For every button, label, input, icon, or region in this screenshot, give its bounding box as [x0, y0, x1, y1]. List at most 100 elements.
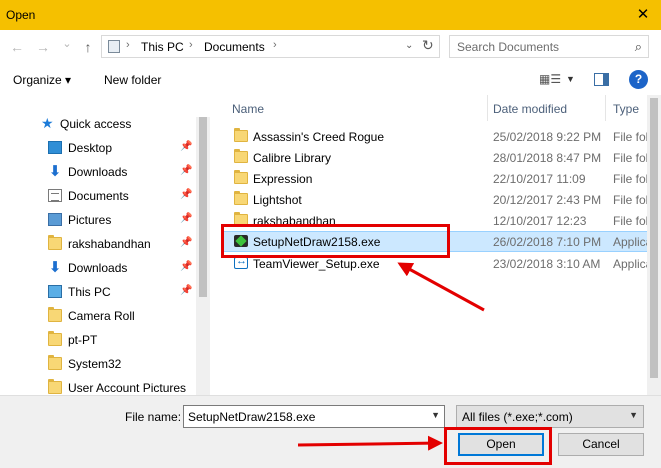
file-type-filter-value[interactable]: All files (*.exe;*.com)	[462, 410, 573, 424]
preview-pane-icon[interactable]	[594, 73, 609, 86]
breadcrumb-this-pc[interactable]: This PC	[141, 40, 184, 54]
recent-locations-chevron-icon[interactable]: ⌄	[58, 35, 76, 53]
file-date: 25/02/2018 9:22 PM	[493, 130, 602, 144]
column-date-modified[interactable]: Date modified	[493, 102, 567, 116]
breadcrumb-documents[interactable]: Documents	[204, 40, 265, 54]
chevron-down-icon[interactable]: ▼	[629, 410, 638, 420]
file-row[interactable]: Lightshot 20/12/2017 2:43 PM File folder	[222, 189, 661, 210]
sidebar-item-rakshabandhan[interactable]: rakshabandhan 📌	[0, 232, 196, 256]
file-row-selected[interactable]: SetupNetDraw2158.exe 26/02/2018 7:10 PM …	[222, 231, 661, 252]
sidebar-item-label: Documents	[68, 189, 129, 203]
column-divider[interactable]	[487, 95, 488, 121]
folder-icon	[48, 235, 62, 250]
file-name: Assassin's Creed Rogue	[253, 130, 385, 144]
file-row[interactable]: TeamViewer_Setup.exe 23/02/2018 3:10 AM …	[222, 253, 661, 274]
sidebar-item-quick-access[interactable]: ★ Quick access	[0, 112, 196, 136]
up-arrow-icon[interactable]: ↑	[79, 38, 97, 56]
help-icon[interactable]: ?	[629, 70, 648, 89]
folder-icon	[234, 149, 248, 163]
file-type-filter[interactable]: All files (*.exe;*.com) ▼	[456, 405, 644, 428]
folder-icon	[48, 307, 62, 322]
breadcrumb-separator[interactable]: ›	[126, 39, 130, 51]
documents-icon	[48, 189, 62, 202]
file-list-scrollbar[interactable]	[647, 95, 661, 395]
chevron-down-icon[interactable]: ▼	[431, 410, 440, 420]
column-divider[interactable]	[605, 95, 606, 121]
breadcrumb-separator[interactable]: ›	[189, 39, 193, 51]
sidebar-item-camera-roll[interactable]: Camera Roll	[0, 304, 196, 328]
new-folder-button[interactable]: New folder	[104, 73, 161, 87]
file-name: SetupNetDraw2158.exe	[253, 235, 381, 249]
file-date: 12/10/2017 12:23	[493, 214, 587, 228]
sidebar-item-downloads-2[interactable]: ⬇ Downloads 📌	[0, 256, 196, 280]
pin-icon: 📌	[180, 237, 193, 248]
folder-icon	[234, 170, 248, 184]
file-row[interactable]: Assassin's Creed Rogue 25/02/2018 9:22 P…	[222, 126, 661, 147]
this-pc-icon	[108, 40, 120, 53]
sidebar-item-desktop[interactable]: Desktop 📌	[0, 136, 196, 160]
close-icon[interactable]: ✕	[631, 3, 655, 27]
folder-icon	[234, 191, 248, 205]
file-name: Lightshot	[253, 193, 302, 207]
address-bar[interactable]: › This PC › Documents › ⌄ ↻	[101, 35, 440, 58]
search-input[interactable]	[450, 36, 628, 57]
forward-arrow-icon[interactable]: →	[34, 38, 52, 56]
column-name[interactable]: Name	[232, 102, 264, 116]
open-button[interactable]: Open	[458, 433, 544, 456]
desktop-icon	[48, 141, 62, 154]
column-type[interactable]: Type	[613, 102, 639, 116]
sidebar-item-user-account-pictures[interactable]: User Account Pictures	[0, 376, 196, 395]
sidebar-item-label: rakshabandhan	[68, 237, 151, 251]
file-name: rakshabandhan	[253, 214, 336, 228]
search-icon[interactable]: ⌕	[635, 39, 642, 55]
netdraw-app-icon	[234, 235, 248, 247]
pictures-icon	[48, 213, 62, 226]
window-title: Open	[6, 8, 36, 22]
sidebar-scrollbar[interactable]	[196, 117, 210, 395]
file-name: Expression	[253, 172, 313, 186]
sidebar-item-label: User Account Pictures	[68, 381, 187, 395]
dialog-footer: File name: SetupNetDraw2158.exe ▼ All fi…	[0, 395, 661, 468]
folder-icon	[48, 379, 62, 394]
breadcrumb-separator[interactable]: ›	[273, 39, 277, 51]
file-row[interactable]: Calibre Library 28/01/2018 8:47 PM File …	[222, 147, 661, 168]
star-icon: ★	[41, 115, 54, 131]
file-row[interactable]: Expression 22/10/2017 11:09 File folder	[222, 168, 661, 189]
sidebar-item-system32[interactable]: System32	[0, 352, 196, 376]
back-arrow-icon[interactable]: ←	[8, 38, 26, 56]
folder-icon	[48, 331, 62, 346]
column-header: ⌃ Name Date modified Type	[210, 95, 661, 121]
sidebar-item-downloads[interactable]: ⬇ Downloads 📌	[0, 160, 196, 184]
file-name-value[interactable]: SetupNetDraw2158.exe	[188, 410, 315, 424]
cancel-button[interactable]: Cancel	[558, 433, 644, 456]
command-bar: Organize ▾ New folder ▦☰ ▼ ?	[0, 64, 661, 95]
sidebar-item-pt-pt[interactable]: pt-PT	[0, 328, 196, 352]
view-options-icon[interactable]: ▦☰	[539, 72, 561, 86]
sidebar-item-label: System32	[68, 357, 122, 371]
sidebar-item-this-pc[interactable]: This PC 📌	[0, 280, 196, 304]
file-list-scrollbar-thumb[interactable]	[650, 98, 658, 378]
sidebar-item-label: Downloads	[68, 165, 128, 179]
sidebar-item-pictures[interactable]: Pictures 📌	[0, 208, 196, 232]
address-dropdown-icon[interactable]: ⌄	[405, 40, 413, 51]
file-row[interactable]: rakshabandhan 12/10/2017 12:23 File fold…	[222, 210, 661, 231]
sidebar-item-label: Camera Roll	[68, 309, 135, 323]
file-name: Calibre Library	[253, 151, 332, 165]
pc-icon	[48, 285, 62, 298]
pin-icon: 📌	[180, 141, 193, 152]
file-list: ⌃ Name Date modified Type Assassin's Cre…	[210, 95, 661, 395]
file-name-field[interactable]: SetupNetDraw2158.exe ▼	[183, 405, 445, 428]
organize-button[interactable]: Organize ▾	[13, 73, 71, 87]
search-box[interactable]: ⌕	[449, 35, 649, 58]
sidebar-item-label: pt-PT	[68, 333, 98, 347]
pin-icon: 📌	[180, 261, 193, 272]
refresh-icon[interactable]: ↻	[422, 37, 434, 54]
download-icon: ⬇	[48, 163, 62, 180]
sidebar-item-documents[interactable]: Documents 📌	[0, 184, 196, 208]
view-dropdown-icon[interactable]: ▼	[566, 74, 575, 84]
folder-icon	[234, 212, 248, 226]
sidebar-scrollbar-thumb[interactable]	[199, 117, 207, 297]
pin-icon: 📌	[180, 213, 193, 224]
folder-icon	[48, 355, 62, 370]
file-name-label: File name:	[125, 410, 182, 424]
